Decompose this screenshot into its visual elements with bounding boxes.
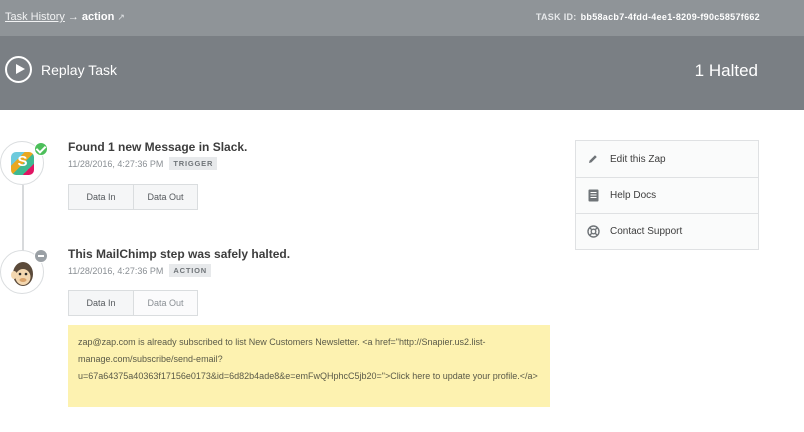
- step-timestamp: 11/28/2016, 4:27:36 PM: [68, 266, 164, 276]
- action-tag: ACTION: [169, 264, 211, 277]
- task-id-label: TASK ID:: [535, 12, 577, 22]
- task-id: TASK ID: bb58acb7-4fdd-4ee1-8209-f90c5857…: [536, 12, 760, 22]
- data-out-tab[interactable]: Data Out: [133, 291, 197, 315]
- lifebuoy-icon: [586, 225, 600, 239]
- play-circle-icon: [5, 56, 32, 83]
- breadcrumb-separator: →: [67, 11, 79, 23]
- step-timestamp: 11/28/2016, 4:27:36 PM: [68, 159, 164, 169]
- step-meta: 11/28/2016, 4:27:36 PM ACTION: [68, 264, 211, 277]
- data-in-tab[interactable]: Data In: [69, 185, 133, 209]
- task-id-value: bb58acb7-4fdd-4ee1-8209-f90c5857f662: [580, 12, 760, 22]
- pencil-icon: [586, 152, 600, 166]
- sidebar-item-label: Edit this Zap: [610, 153, 666, 165]
- action-bar: Replay Task 1 Halted: [0, 36, 804, 110]
- step-title: This MailChimp step was safely halted.: [68, 247, 291, 261]
- top-bar: Task History → action ↗ TASK ID: bb58acb7-4f…: [0, 0, 804, 36]
- help-docs-link[interactable]: Help Docs: [576, 177, 758, 213]
- trigger-tag: TRIGGER: [169, 157, 218, 170]
- slack-icon: S: [11, 152, 34, 175]
- document-icon: [586, 189, 600, 203]
- replay-task-button[interactable]: Replay Task: [5, 56, 117, 83]
- success-check-icon: [34, 142, 48, 156]
- sidebar-item-label: Contact Support: [610, 226, 683, 237]
- sidebar-actions: Edit this Zap Help Docs Contact Support: [575, 140, 759, 250]
- breadcrumb-task-history-link[interactable]: Task History: [5, 11, 65, 23]
- external-link-icon[interactable]: ↗: [117, 12, 125, 22]
- step-data-tabs: Data In Data Out: [68, 290, 198, 316]
- halted-icon: [34, 249, 48, 263]
- step-title: Found 1 new Message in Slack.: [68, 140, 248, 154]
- step-data-tabs: Data In Data Out: [68, 184, 198, 210]
- halt-message: zap@zap.com is already subscribed to lis…: [68, 325, 550, 407]
- breadcrumb-current: action: [81, 11, 115, 23]
- data-in-tab[interactable]: Data In: [69, 291, 133, 315]
- halted-count: 1 Halted: [694, 61, 758, 80]
- edit-zap-link[interactable]: Edit this Zap: [576, 141, 758, 177]
- data-out-tab[interactable]: Data Out: [133, 185, 197, 209]
- sidebar-item-label: Help Docs: [610, 190, 657, 201]
- timeline-connector: [22, 185, 24, 251]
- contact-support-link[interactable]: Contact Support: [576, 213, 758, 249]
- replay-task-label: Replay Task: [41, 61, 118, 78]
- breadcrumb: Task History → action ↗: [5, 11, 125, 23]
- mailchimp-icon: [11, 262, 33, 286]
- step-meta: 11/28/2016, 4:27:36 PM TRIGGER: [68, 157, 218, 170]
